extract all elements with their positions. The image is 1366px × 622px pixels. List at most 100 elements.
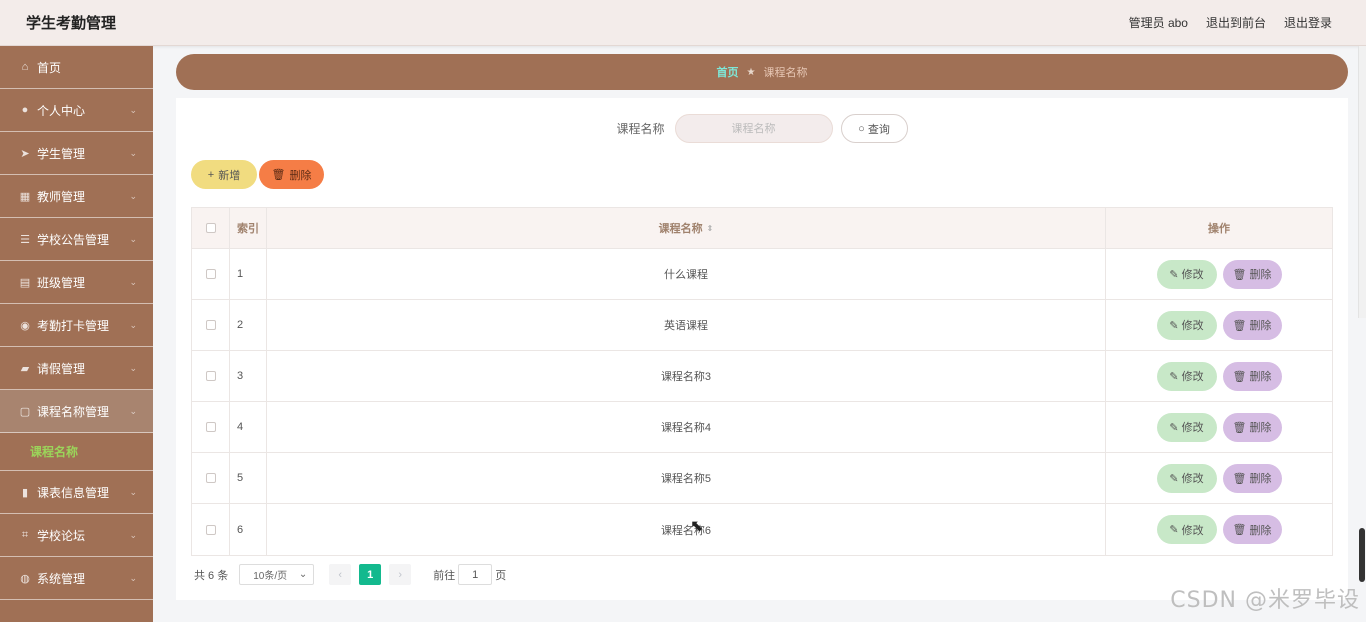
edit-button[interactable]: ✎ 修改 [1156, 259, 1217, 289]
page-number[interactable]: 1 [359, 564, 382, 585]
delete-button[interactable]: 🗑 删除 [1222, 361, 1282, 391]
trash-icon: 🗑 [1232, 370, 1247, 383]
scrollbar-thumb[interactable] [1359, 528, 1365, 582]
sidebar-item-10[interactable]: ⌗ 学校论坛 ⌄ [0, 514, 153, 557]
sidebar-item-label: 学校公告管理 [37, 232, 110, 247]
batch-delete-button[interactable]: 🗑 删除 [259, 160, 324, 189]
action-row: + 新增 🗑 删除 [191, 160, 324, 189]
row-checkbox[interactable] [205, 473, 216, 483]
watermark: CSDN @米罗毕设 [1170, 588, 1360, 613]
sidebar-item-8[interactable]: ▢ 课程名称管理 ⌄ [0, 390, 153, 433]
page-size-select[interactable]: 10条/页 ⌄ [239, 564, 315, 585]
query-button-label: 查询 [867, 123, 890, 136]
delete-button[interactable]: 🗑 删除 [1222, 463, 1282, 493]
main-content: 首页 ★ 课程名称 课程名称 ○ 查询 + 新增 🗑 删除 [153, 46, 1366, 622]
sidebar-item-0[interactable]: ⌂ 首页 [0, 46, 153, 89]
trash-icon: 🗑 [1232, 524, 1247, 536]
select-all-checkbox[interactable] [205, 223, 216, 233]
table-row: 5 课程名称5 ✎ 修改 🗑 删除 [192, 453, 1332, 504]
add-button[interactable]: + 新增 [191, 160, 257, 189]
table-row: 6 课程名称6 ✎ 修改 🗑 删除 [192, 504, 1332, 555]
calendar-icon: ▦ [19, 190, 31, 203]
edit-button[interactable]: ✎ 修改 [1156, 361, 1217, 391]
trash-icon: 🗑 [271, 169, 286, 181]
delete-label: 删除 [1249, 320, 1272, 332]
goto-input[interactable] [458, 564, 493, 585]
sidebar-item-7[interactable]: ▰ 请假管理 ⌄ [0, 347, 153, 390]
scrollbar-track[interactable] [1358, 46, 1366, 318]
delete-button[interactable]: 🗑 删除 [1222, 259, 1282, 289]
star-icon: ★ [746, 66, 756, 78]
row-checkbox[interactable] [205, 422, 216, 432]
header-name-label: 课程名称 [658, 223, 703, 235]
row-checkbox[interactable] [205, 320, 216, 330]
edit-label: 修改 [1181, 371, 1204, 383]
pencil-icon: ✎ [1169, 370, 1179, 383]
sidebar-item-1[interactable]: ● 个人中心 ⌄ [0, 89, 153, 132]
row-checkbox[interactable] [205, 524, 216, 535]
logout-link[interactable]: 退出登录 [1284, 14, 1332, 31]
row-actions: ✎ 修改 🗑 删除 [1106, 351, 1332, 401]
edit-label: 修改 [1181, 473, 1204, 485]
edit-button[interactable]: ✎ 修改 [1156, 515, 1217, 544]
sidebar-item-3[interactable]: ▦ 教师管理 ⌄ [0, 175, 153, 218]
delete-button[interactable]: 🗑 删除 [1222, 515, 1282, 544]
query-button[interactable]: ○ 查询 [840, 114, 908, 143]
delete-label: 删除 [1249, 371, 1272, 383]
edit-button[interactable]: ✎ 修改 [1156, 463, 1217, 493]
search-input[interactable] [674, 114, 833, 143]
breadcrumb-home[interactable]: 首页 [717, 64, 739, 80]
total-count: 共 6 条 [194, 569, 229, 582]
sort-icon[interactable]: ⇕ [707, 224, 714, 233]
row-index: 3 [230, 351, 267, 401]
content-panel: 课程名称 ○ 查询 + 新增 🗑 删除 索引 [176, 98, 1348, 600]
row-check-cell [192, 249, 230, 299]
edit-button[interactable]: ✎ 修改 [1156, 412, 1217, 442]
row-index: 4 [230, 402, 267, 452]
back-to-front-link[interactable]: 退出到前台 [1206, 14, 1266, 31]
sidebar-item-11[interactable]: ◍ 系统管理 ⌄ [0, 557, 153, 600]
sidebar-item-2[interactable]: ➤ 学生管理 ⌄ [0, 132, 153, 175]
table-row: 4 课程名称4 ✎ 修改 🗑 删除 [192, 402, 1332, 453]
sidebar: ⌂ 首页 ● 个人中心 ⌄ ➤ 学生管理 ⌄ ▦ 教师管理 ⌄ ☰ 学校公告管理 ⌄ ▤ 班级管理 ⌄ ◉ 考勤打卡… [0, 46, 153, 622]
next-page-button[interactable]: › [389, 564, 412, 585]
plus-icon: + [207, 168, 215, 181]
chevron-down-icon: ⌄ [129, 190, 137, 201]
top-bar: 学生考勤管理 管理员 abo 退出到前台 退出登录 [0, 0, 1366, 46]
pencil-icon: ✎ [1169, 472, 1179, 485]
row-actions: ✎ 修改 🗑 删除 [1106, 453, 1332, 503]
chevron-down-icon: ⌄ [129, 486, 137, 497]
sidebar-item-9[interactable]: ▮ 课表信息管理 ⌄ [0, 471, 153, 514]
scrollbar[interactable] [1358, 480, 1366, 582]
breadcrumb-current: 课程名称 [763, 67, 808, 79]
globe-icon: ◍ [20, 572, 30, 585]
sidebar-item-label: 考勤打卡管理 [37, 318, 110, 333]
window-icon: ▢ [19, 405, 31, 418]
header-name[interactable]: 课程名称 ⇕ [267, 208, 1106, 248]
prev-page-button[interactable]: ‹ [329, 564, 352, 585]
chart-icon: ▮ [21, 486, 29, 499]
thumb-icon: ▰ [20, 362, 30, 375]
sidebar-item-5[interactable]: ▤ 班级管理 ⌄ [0, 261, 153, 304]
sidebar-subitem-course-name[interactable]: 课程名称 [0, 433, 153, 471]
table-header: 索引 课程名称 ⇕ 操作 [192, 208, 1332, 249]
row-actions: ✎ 修改 🗑 删除 [1106, 504, 1332, 555]
header-check-cell [192, 208, 230, 248]
row-checkbox[interactable] [205, 371, 216, 381]
goto-suffix: 页 [495, 569, 507, 582]
search-label: 课程名称 [616, 122, 665, 136]
location-icon: ◉ [20, 319, 30, 332]
pencil-icon: ✎ [1169, 524, 1179, 536]
delete-button[interactable]: 🗑 删除 [1222, 310, 1282, 340]
delete-label: 删除 [1249, 524, 1272, 537]
sidebar-item-4[interactable]: ☰ 学校公告管理 ⌄ [0, 218, 153, 261]
delete-button[interactable]: 🗑 删除 [1222, 412, 1282, 442]
current-user: 管理员 abo [1128, 16, 1188, 30]
add-button-label: 新增 [218, 169, 241, 182]
edit-button[interactable]: ✎ 修改 [1156, 310, 1217, 340]
table-row: 1 什么课程 ✎ 修改 🗑 删除 [192, 249, 1332, 300]
table-body: 1 什么课程 ✎ 修改 🗑 删除 2 英语课程 ✎ 修改 🗑 删除 3 课程名称3 ✎ 修改 🗑 删除 4 课程名称4… [192, 249, 1332, 555]
row-index: 5 [230, 453, 267, 503]
row-checkbox[interactable] [205, 269, 216, 279]
sidebar-item-6[interactable]: ◉ 考勤打卡管理 ⌄ [0, 304, 153, 347]
